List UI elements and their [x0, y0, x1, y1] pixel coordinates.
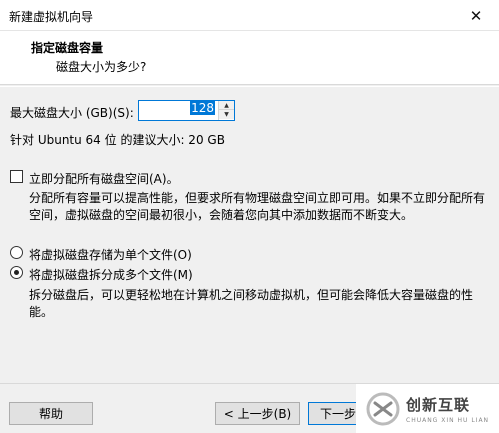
allocate-description: 分配所有容量可以提高性能，但要求所有物理磁盘空间立即可用。如果不立即分配所有 空… [29, 190, 485, 224]
max-size-input[interactable]: 128 [139, 101, 217, 120]
allocate-desc-line2: 空间，虚拟磁盘的空间最初很小，会随着您向其中添加数据而不断变大。 [29, 208, 414, 222]
multi-file-description: 拆分磁盘后，可以更轻松地在计算机之间移动虚拟机，但可能会降低大容量磁盘的性 能。 [29, 287, 473, 321]
watermark-text: 创新互联 CHUANG XIN HU LIAN [406, 394, 489, 424]
page-title: 指定磁盘容量 [31, 41, 104, 55]
multi-file-radio[interactable] [10, 266, 23, 279]
single-file-radio[interactable] [10, 246, 23, 259]
wizard-header: 指定磁盘容量 磁盘大小为多少? [0, 31, 499, 85]
multi-desc-line1: 拆分磁盘后，可以更轻松地在计算机之间移动虚拟机，但可能会降低大容量磁盘的性 [29, 288, 474, 302]
page-subtitle: 磁盘大小为多少? [56, 60, 147, 74]
watermark-cn: 创新互联 [406, 395, 471, 414]
recommended-size: 针对 Ubuntu 64 位 的建议大小: 20 GB [10, 133, 225, 147]
single-file-label[interactable]: 将虚拟磁盘存储为单个文件(O) [29, 246, 192, 263]
allocate-label[interactable]: 立即分配所有磁盘空间(A)。 [29, 170, 179, 187]
header-divider [0, 86, 499, 87]
spin-up-icon[interactable]: ▲ [219, 101, 234, 110]
multi-file-label[interactable]: 将虚拟磁盘拆分成多个文件(M) [29, 266, 193, 283]
brand-logo-icon [366, 392, 400, 426]
watermark: 创新互联 CHUANG XIN HU LIAN [356, 384, 499, 433]
back-button[interactable]: < 上一步(B) [215, 402, 300, 425]
window-title: 新建虚拟机向导 [9, 10, 94, 24]
spin-down-icon[interactable]: ▼ [219, 110, 234, 119]
spinner-buttons: ▲ ▼ [218, 101, 234, 120]
watermark-en: CHUANG XIN HU LIAN [406, 416, 490, 424]
title-bar: 新建虚拟机向导 ✕ [0, 0, 499, 31]
multi-desc-line2: 能。 [29, 305, 54, 319]
max-size-spinner[interactable]: 128 ▲ ▼ [138, 100, 235, 121]
help-button[interactable]: 帮助 [9, 402, 93, 425]
close-icon[interactable]: ✕ [453, 0, 499, 31]
max-size-label: 最大磁盘大小 (GB)(S): [10, 106, 134, 120]
max-size-value: 128 [190, 101, 215, 115]
allocate-desc-line1: 分配所有容量可以提高性能，但要求所有物理磁盘空间立即可用。如果不立即分配所有 [29, 191, 486, 205]
allocate-checkbox[interactable] [10, 170, 23, 183]
